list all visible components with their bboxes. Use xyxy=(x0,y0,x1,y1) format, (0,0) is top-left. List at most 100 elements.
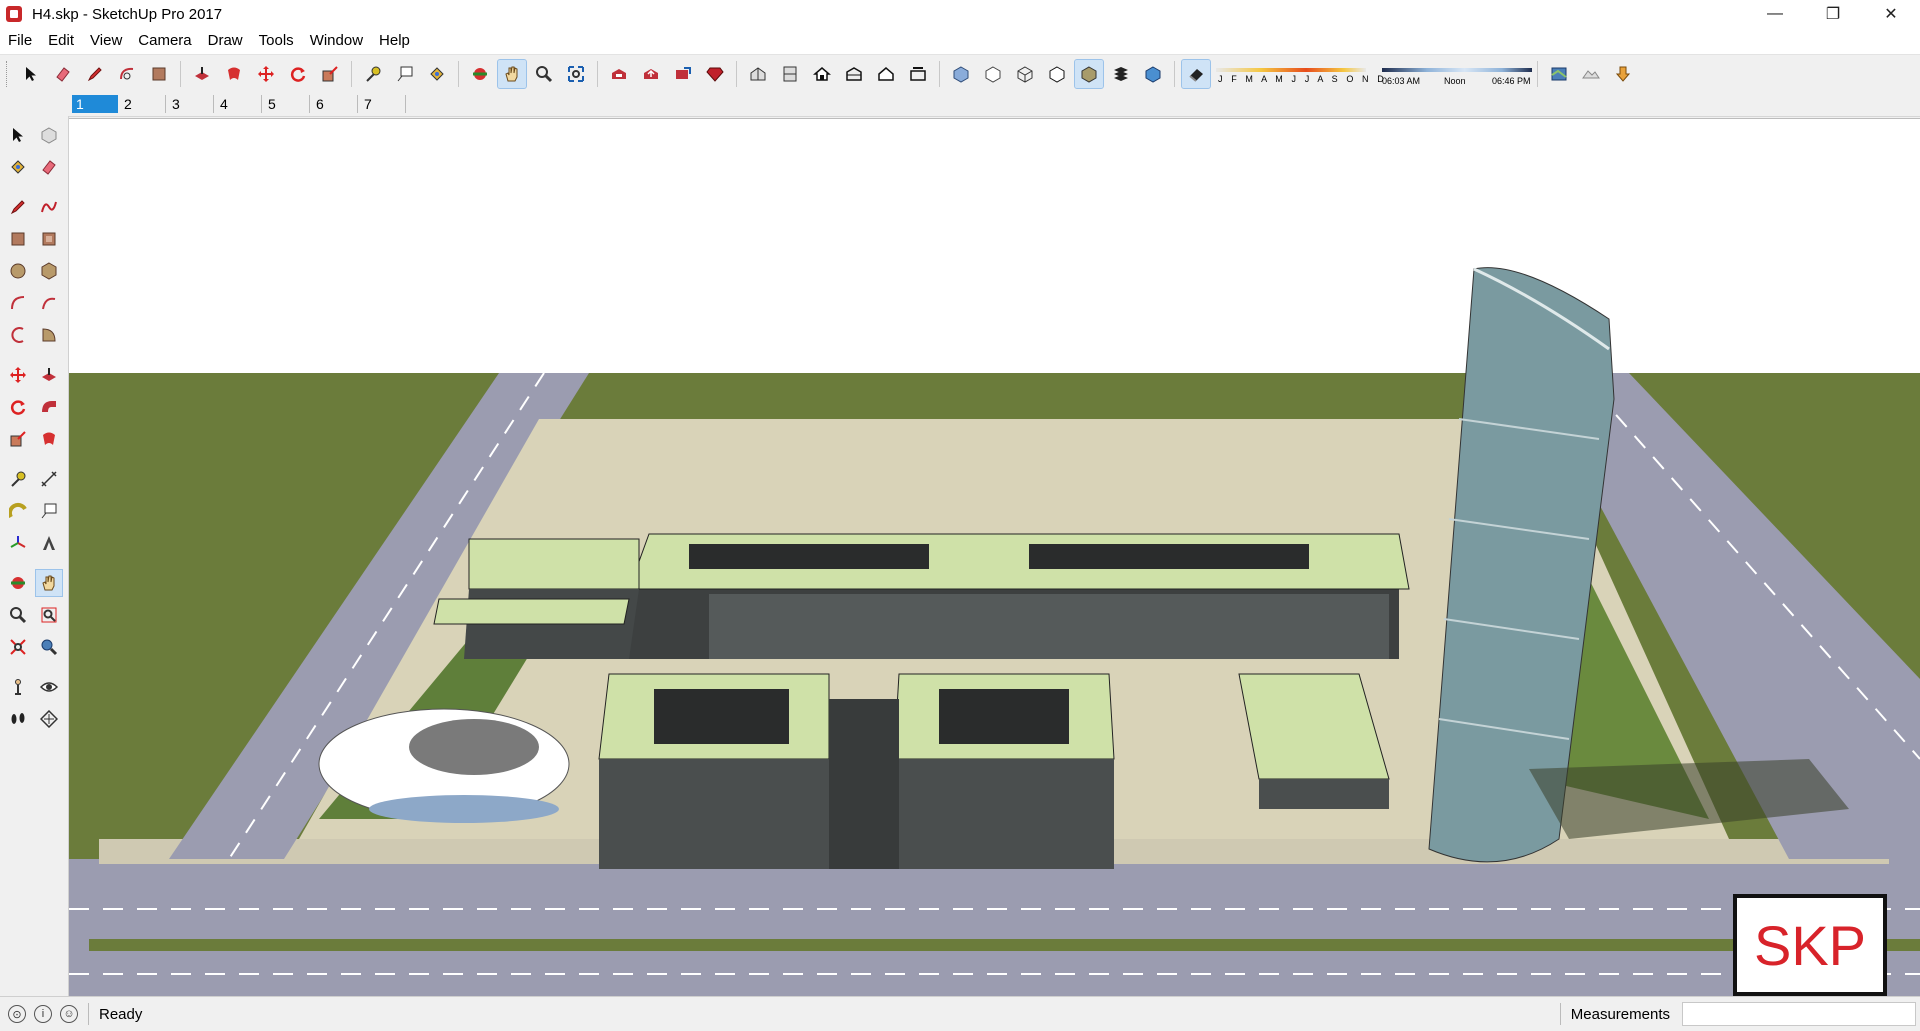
position-camera-button[interactable] xyxy=(5,674,31,700)
pan-tool-button[interactable] xyxy=(497,59,527,89)
pan-tool-button[interactable] xyxy=(35,569,63,597)
photo-textures-button[interactable] xyxy=(1609,60,1637,88)
walk-tool-button[interactable] xyxy=(5,706,31,732)
select-tool-button[interactable] xyxy=(17,60,45,88)
rectangle-tool-button[interactable] xyxy=(5,226,31,252)
xray-style-button[interactable] xyxy=(947,60,975,88)
section-plane-button[interactable] xyxy=(36,706,62,732)
pie-tool-button[interactable] xyxy=(36,322,62,348)
tape-measure-tool-button[interactable] xyxy=(5,466,31,492)
back-view-button[interactable] xyxy=(872,60,900,88)
polygon-tool-button[interactable] xyxy=(36,258,62,284)
zoom-window-button[interactable] xyxy=(36,602,62,628)
zoom-tool-button[interactable] xyxy=(5,602,31,628)
add-location-button[interactable] xyxy=(1545,60,1573,88)
move-tool-button[interactable] xyxy=(5,362,31,388)
circle-tool-button[interactable] xyxy=(5,258,31,284)
scale-tool-button[interactable] xyxy=(316,60,344,88)
axes-tool-button[interactable] xyxy=(5,530,31,556)
menu-view[interactable]: View xyxy=(82,28,130,54)
eraser-tool-button[interactable] xyxy=(36,154,62,180)
scene-tab-2[interactable]: 2 xyxy=(120,95,166,113)
menu-help[interactable]: Help xyxy=(371,28,418,54)
scene-tab-1[interactable]: 1 xyxy=(72,95,118,113)
toggle-terrain-button[interactable] xyxy=(1577,60,1605,88)
rotate-tool-button[interactable] xyxy=(284,60,312,88)
geo-location-icon[interactable]: ⊙ xyxy=(8,1005,26,1023)
credits-info-icon[interactable]: i xyxy=(34,1005,52,1023)
scale-tool-button[interactable] xyxy=(5,426,31,452)
display-shadows-button[interactable] xyxy=(1181,59,1211,89)
zoom-extents-button[interactable] xyxy=(562,60,590,88)
restore-button[interactable]: ❐ xyxy=(1804,0,1862,28)
iso-view-button[interactable] xyxy=(744,60,772,88)
eraser-tool-button[interactable] xyxy=(49,60,77,88)
orbit-tool-button[interactable] xyxy=(5,570,31,596)
menu-window[interactable]: Window xyxy=(302,28,371,54)
text-tool-button[interactable] xyxy=(36,498,62,524)
minimize-button[interactable]: — xyxy=(1746,0,1804,28)
menu-camera[interactable]: Camera xyxy=(130,28,199,54)
left-view-button[interactable] xyxy=(904,60,932,88)
offset-tool-button[interactable] xyxy=(36,426,62,452)
scene-tab-3[interactable]: 3 xyxy=(168,95,214,113)
top-view-button[interactable] xyxy=(776,60,804,88)
text-tool-button[interactable] xyxy=(391,60,419,88)
line-tool-button[interactable] xyxy=(81,60,109,88)
hidden-line-style-button[interactable] xyxy=(1043,60,1071,88)
orbit-tool-button[interactable] xyxy=(466,60,494,88)
scene-tab-7[interactable]: 7 xyxy=(360,95,406,113)
three-point-arc-button[interactable] xyxy=(5,322,31,348)
follow-me-tool-button[interactable] xyxy=(36,394,62,420)
shaded-style-button[interactable] xyxy=(1074,59,1104,89)
make-component-button[interactable] xyxy=(36,122,62,148)
menu-tools[interactable]: Tools xyxy=(251,28,302,54)
extension-warehouse-button[interactable] xyxy=(701,60,729,88)
close-button[interactable]: ✕ xyxy=(1862,0,1920,28)
previous-view-button[interactable] xyxy=(36,634,62,660)
wireframe-style-button[interactable] xyxy=(1011,60,1039,88)
line-tool-button[interactable] xyxy=(5,194,31,220)
arc-tool-button[interactable] xyxy=(5,290,31,316)
zoom-extents-button[interactable] xyxy=(5,634,31,660)
dimension-tool-button[interactable] xyxy=(36,466,62,492)
menu-edit[interactable]: Edit xyxy=(40,28,82,54)
rectangle-tool-button[interactable] xyxy=(145,60,173,88)
right-view-button[interactable] xyxy=(840,60,868,88)
menu-file[interactable]: File xyxy=(0,28,40,54)
model-viewport[interactable]: SKP xyxy=(69,118,1920,997)
move-tool-button[interactable] xyxy=(252,60,280,88)
push-pull-tool-button[interactable] xyxy=(188,60,216,88)
push-pull-tool-button[interactable] xyxy=(36,362,62,388)
protractor-tool-button[interactable] xyxy=(5,498,31,524)
look-around-button[interactable] xyxy=(36,674,62,700)
3d-text-tool-button[interactable] xyxy=(36,530,62,556)
monochrome-style-button[interactable] xyxy=(1139,60,1167,88)
two-point-arc-button[interactable] xyxy=(36,290,62,316)
paint-bucket-tool-button[interactable] xyxy=(5,154,31,180)
front-view-button[interactable] xyxy=(808,60,836,88)
arc-tool-button[interactable] xyxy=(113,60,141,88)
menu-draw[interactable]: Draw xyxy=(200,28,251,54)
back-edges-button[interactable] xyxy=(979,60,1007,88)
3d-warehouse-button[interactable] xyxy=(605,60,633,88)
scene-tab-5[interactable]: 5 xyxy=(264,95,310,113)
scene-tab-6[interactable]: 6 xyxy=(312,95,358,113)
rotated-rectangle-button[interactable] xyxy=(36,226,62,252)
shadow-date-slider[interactable]: J F M A M J J A S O N D 06:03 AM Noon 06… xyxy=(1216,60,1532,88)
select-tool-button[interactable] xyxy=(5,122,31,148)
month-strip[interactable]: J F M A M J J A S O N D xyxy=(1216,62,1384,88)
share-component-button[interactable] xyxy=(669,60,697,88)
tape-measure-tool-button[interactable] xyxy=(359,60,387,88)
user-account-icon[interactable]: ☺ xyxy=(60,1005,78,1023)
measurements-input[interactable] xyxy=(1682,1002,1916,1026)
toolbar-grip[interactable] xyxy=(6,61,11,87)
share-model-button[interactable] xyxy=(637,60,665,88)
shaded-textures-button[interactable] xyxy=(1107,60,1135,88)
zoom-tool-button[interactable] xyxy=(530,60,558,88)
rotate-tool-button[interactable] xyxy=(5,394,31,420)
offset-tool-button[interactable] xyxy=(220,60,248,88)
scene-tab-4[interactable]: 4 xyxy=(216,95,262,113)
shadow-time-slider[interactable]: 06:03 AM Noon 06:46 PM xyxy=(1382,62,1532,88)
freehand-tool-button[interactable] xyxy=(36,194,62,220)
